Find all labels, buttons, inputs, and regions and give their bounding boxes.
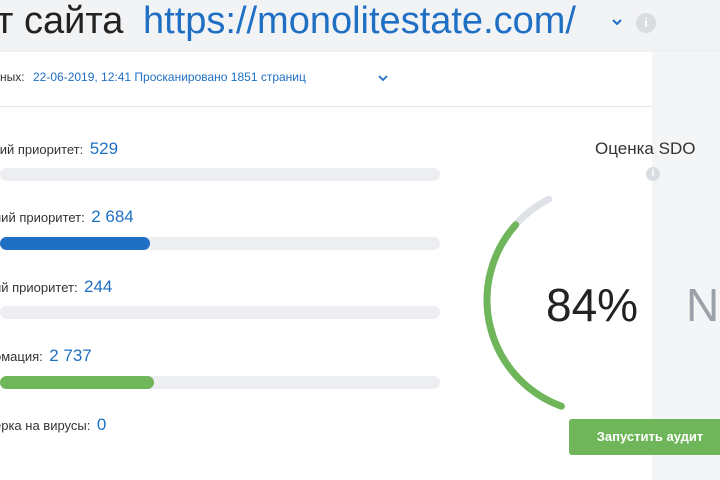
scan-date-dropdown[interactable]: 22-06-2019, 12:41 Просканировано 1851 ст…: [33, 70, 306, 84]
next-score-value: N: [686, 279, 720, 331]
page-title: т сайта: [0, 0, 124, 42]
metric-label: кий приоритет:: [0, 142, 84, 157]
metric-virus-check: ерка на вирусы: 0: [0, 415, 106, 435]
metric-value[interactable]: 2 684: [91, 207, 134, 226]
page-header: т сайта https://monolitestate.com/ i: [0, 0, 720, 50]
scan-label: ных:: [0, 70, 25, 84]
progress-bar: [0, 168, 440, 181]
chevron-down-icon[interactable]: [610, 15, 624, 29]
run-audit-button[interactable]: Запустить аудит: [569, 419, 720, 455]
progress-bar: [0, 376, 440, 389]
metric-value[interactable]: 529: [90, 139, 118, 158]
metric-information: омация: 2 737: [0, 346, 92, 366]
metric-high-priority: кий приоритет: 529: [0, 139, 118, 159]
info-icon[interactable]: i: [636, 13, 656, 33]
metric-medium-priority: ний приоритет: 2 684: [0, 207, 134, 227]
metric-label: ерка на вирусы:: [0, 418, 91, 433]
progress-bar: [0, 237, 440, 250]
metric-value[interactable]: 0: [97, 415, 106, 434]
progress-bar: [0, 306, 440, 319]
metric-label: ний приоритет:: [0, 210, 85, 225]
metric-value[interactable]: 2 737: [49, 346, 92, 365]
site-url-selector[interactable]: https://monolitestate.com/: [143, 0, 576, 43]
metric-label: омация:: [0, 349, 43, 364]
divider: [0, 106, 652, 107]
chevron-down-icon[interactable]: [377, 72, 389, 84]
metric-label: ий приоритет:: [0, 280, 78, 295]
scan-info: ных: 22-06-2019, 12:41 Просканировано 18…: [0, 70, 306, 84]
metric-value[interactable]: 244: [84, 277, 112, 296]
metric-low-priority: ий приоритет: 244: [0, 277, 112, 297]
progress-fill: [0, 376, 154, 389]
progress-fill: [0, 237, 150, 250]
score-value: 84%: [546, 279, 639, 331]
